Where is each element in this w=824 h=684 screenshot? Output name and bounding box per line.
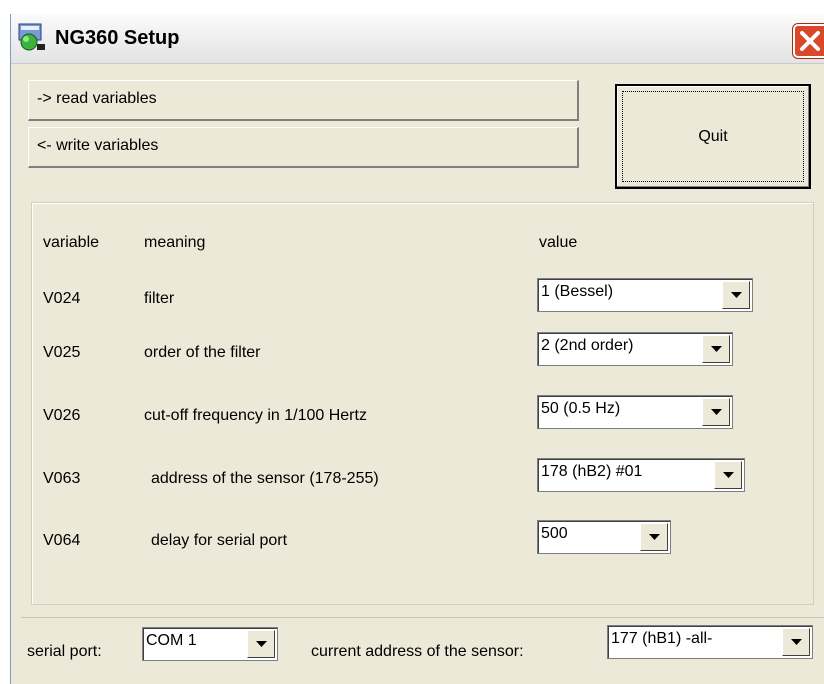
row-variable: V026 <box>43 407 81 424</box>
title-bar: NG360 Setup <box>11 14 824 64</box>
current-address-label: current address of the sensor: <box>311 643 524 660</box>
chevron-down-icon <box>711 346 722 352</box>
header-variable: variable <box>43 234 100 251</box>
filter-order-select[interactable]: 2 (2nd order) <box>537 332 733 366</box>
current-address-select[interactable]: 177 (hB1) -all- <box>607 625 813 659</box>
close-icon <box>800 31 820 51</box>
setup-window: NG360 Setup -> read variables <- write v… <box>10 14 824 684</box>
chevron-down-icon <box>711 409 722 415</box>
close-button[interactable] <box>793 24 824 58</box>
quit-label: Quit <box>698 128 728 145</box>
current-address-select-value: 177 (hB1) -all- <box>611 630 713 647</box>
row-variable: V024 <box>43 290 81 307</box>
cutoff-frequency-select[interactable]: 50 (0.5 Hz) <box>537 395 733 429</box>
row-meaning: filter <box>144 290 175 307</box>
read-variables-label: -> read variables <box>37 90 157 107</box>
read-variables-button[interactable]: -> read variables <box>28 80 579 121</box>
serial-delay-select-value: 500 <box>541 525 568 542</box>
dropdown-button[interactable] <box>702 398 730 426</box>
header-meaning: meaning <box>144 234 206 251</box>
write-variables-label: <- write variables <box>37 137 159 154</box>
chevron-down-icon <box>723 472 734 478</box>
dropdown-button[interactable] <box>640 523 668 551</box>
app-icon <box>18 23 45 51</box>
row-meaning: cut-off frequency in 1/100 Hertz <box>144 407 367 424</box>
sensor-address-select-value: 178 (hB2) #01 <box>541 463 643 480</box>
sensor-address-select[interactable]: 178 (hB2) #01 <box>537 458 745 492</box>
serial-delay-select[interactable]: 500 <box>537 520 671 554</box>
row-variable: V063 <box>43 470 81 487</box>
serial-port-label: serial port: <box>27 643 102 660</box>
write-variables-button[interactable]: <- write variables <box>28 127 579 168</box>
window-title: NG360 Setup <box>55 27 180 49</box>
row-meaning: address of the sensor (178-255) <box>151 470 379 487</box>
serial-port-select-value: COM 1 <box>146 632 197 649</box>
dropdown-button[interactable] <box>722 281 750 309</box>
cutoff-frequency-select-value: 50 (0.5 Hz) <box>541 400 621 417</box>
dropdown-button[interactable] <box>247 630 275 658</box>
row-meaning: order of the filter <box>144 344 261 361</box>
header-value: value <box>539 234 578 251</box>
chevron-down-icon <box>256 641 267 647</box>
filter-order-select-value: 2 (2nd order) <box>541 337 634 354</box>
filter-select-value: 1 (Bessel) <box>541 283 614 300</box>
chevron-down-icon <box>731 292 742 298</box>
chevron-down-icon <box>649 534 660 540</box>
serial-port-select[interactable]: COM 1 <box>142 627 278 661</box>
dropdown-button[interactable] <box>782 628 810 656</box>
chevron-down-icon <box>791 639 802 645</box>
divider <box>21 617 824 618</box>
dropdown-button[interactable] <box>714 461 742 489</box>
row-variable: V025 <box>43 344 81 361</box>
row-variable: V064 <box>43 532 81 549</box>
quit-button[interactable]: Quit <box>615 84 811 189</box>
filter-select[interactable]: 1 (Bessel) <box>537 278 753 312</box>
row-meaning: delay for serial port <box>151 532 288 549</box>
dropdown-button[interactable] <box>702 335 730 363</box>
